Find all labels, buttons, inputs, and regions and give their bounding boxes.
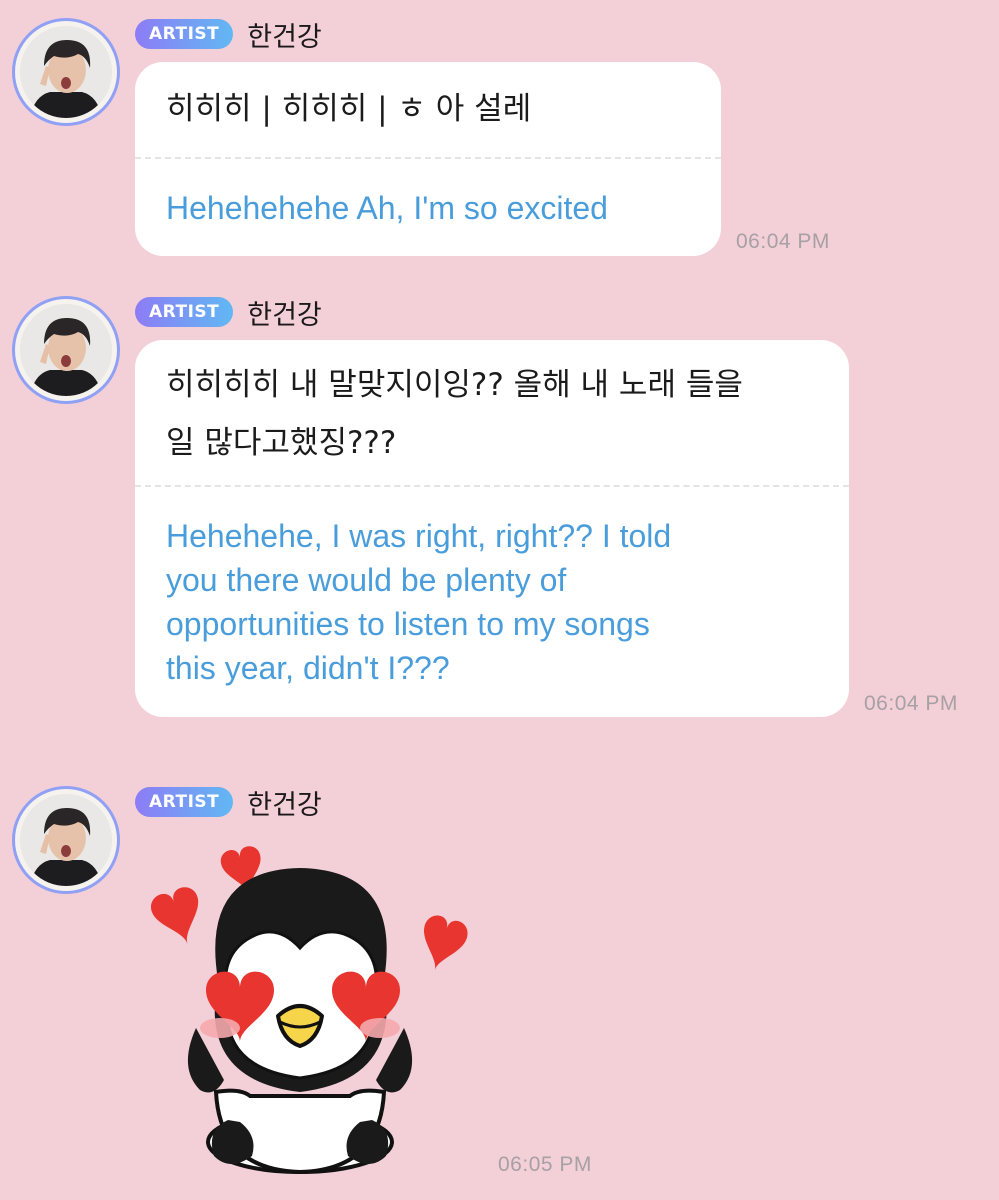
penguin-heart-eyes-sticker[interactable] — [140, 830, 480, 1180]
cheek — [200, 1018, 240, 1038]
translation-divider — [135, 157, 721, 159]
avatar-photo — [20, 304, 112, 396]
translation-text: this year, didn't I??? — [166, 650, 450, 686]
sender-name[interactable]: 한건강 — [247, 783, 322, 822]
message-bubble[interactable]: 히히히 | 히히히 | ㅎ 아 설레 Hehehehehe Ah, I'm so… — [135, 62, 721, 256]
avatar[interactable] — [12, 296, 120, 404]
translation-text: you there would be plenty of — [166, 562, 567, 598]
artist-badge: ARTIST — [135, 19, 234, 49]
sender-row: ARTIST 한건강 — [135, 786, 322, 821]
avatar-photo — [20, 794, 112, 886]
artist-badge: ARTIST — [135, 787, 234, 817]
original-text: 일 많다고했징??? — [166, 425, 397, 461]
artist-badge: ARTIST — [135, 297, 234, 327]
sender-name[interactable]: 한건강 — [247, 293, 322, 332]
avatar[interactable] — [12, 786, 120, 894]
translation-divider — [135, 485, 849, 487]
original-text: 히히히히 내 말맞지이잉?? 올해 내 노래 들을 — [166, 367, 743, 403]
heart-icon — [423, 915, 468, 971]
sender-name[interactable]: 한건강 — [247, 15, 322, 54]
message-bubble[interactable]: 히히히히 내 말맞지이잉?? 올해 내 노래 들을 일 많다고했징??? Heh… — [135, 340, 849, 717]
message-timestamp: 06:04 PM — [736, 230, 830, 253]
heart-icon — [151, 887, 199, 944]
cheek — [360, 1018, 400, 1038]
message-timestamp: 06:04 PM — [864, 692, 958, 715]
avatar[interactable] — [12, 18, 120, 126]
avatar-photo — [20, 26, 112, 118]
translation-text: opportunities to listen to my songs — [166, 606, 650, 642]
translation-text: Hehehehe, I was right, right?? I told — [166, 518, 672, 554]
original-text: 히히히 | 히히히 | ㅎ 아 설레 — [166, 91, 532, 127]
sender-row: ARTIST 한건강 — [135, 18, 322, 53]
translation-text: Hehehehehe Ah, I'm so excited — [166, 190, 608, 226]
message-timestamp: 06:05 PM — [498, 1153, 592, 1176]
sender-row: ARTIST 한건강 — [135, 296, 322, 331]
